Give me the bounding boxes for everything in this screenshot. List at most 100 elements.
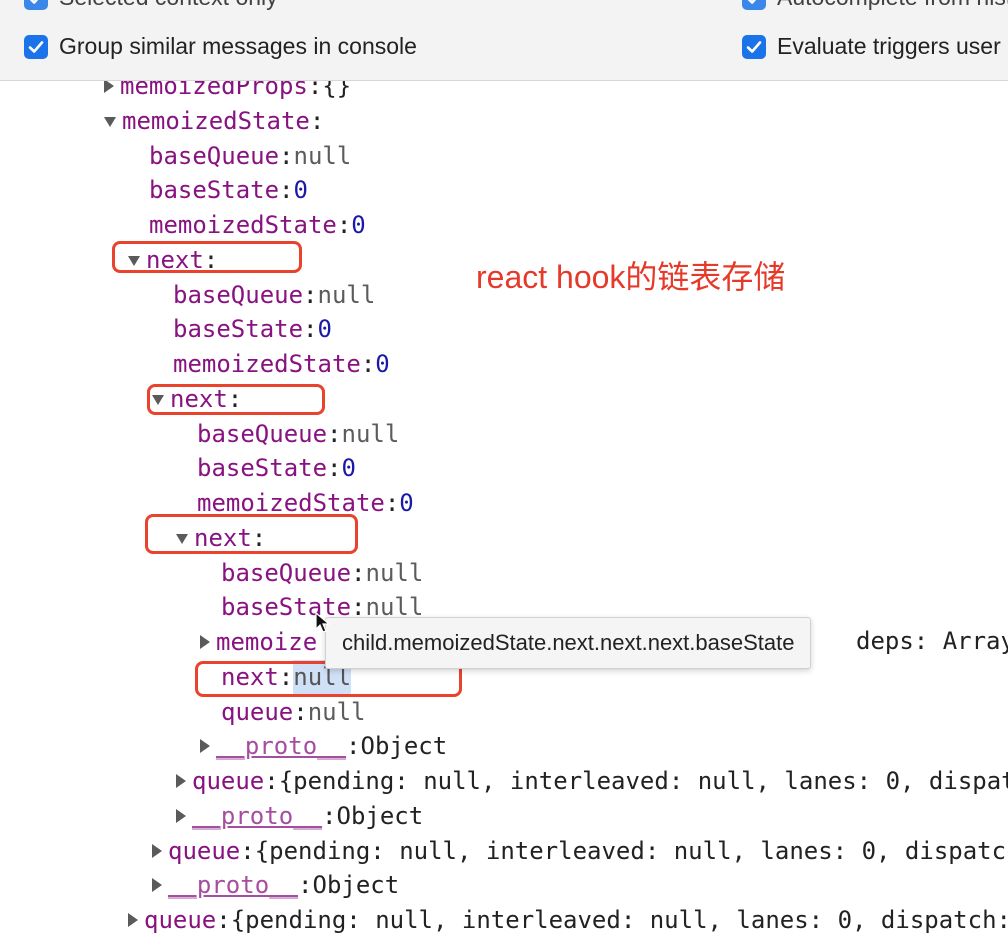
- tree-row-proto[interactable]: __proto__: Object: [152, 868, 399, 902]
- tree-row-memoizedstate: memoizedState: 0: [173, 347, 390, 381]
- expand-triangle-right-icon[interactable]: [152, 878, 162, 892]
- property-value: 0: [351, 211, 366, 239]
- tree-row-basequeue: baseQueue: null: [221, 556, 423, 590]
- tree-row-proto[interactable]: __proto__: Object: [176, 799, 423, 833]
- expand-triangle-right-icon[interactable]: [128, 913, 138, 927]
- property-colon: :: [303, 281, 318, 309]
- property-key: memoizedState: [173, 350, 361, 378]
- property-key: __proto__: [192, 802, 323, 830]
- property-colon: :: [216, 906, 231, 934]
- expand-triangle-right-icon[interactable]: [200, 635, 210, 649]
- tree-row-basequeue: baseQueue: null: [173, 278, 375, 312]
- property-value: {pending: null, interleaved: null, lanes…: [278, 767, 1008, 795]
- highlight-box-next-1: [112, 241, 302, 273]
- setting-label: Group similar messages in console: [59, 33, 417, 59]
- property-colon: :: [293, 698, 308, 726]
- property-colon: :: [274, 938, 288, 944]
- property-key: baseQueue: [197, 420, 328, 448]
- property-value: Object: [312, 871, 400, 899]
- property-key: queue: [168, 837, 241, 865]
- annotation-react-hook-linked-list: react hook的链表存储: [476, 259, 786, 295]
- property-value: 0: [317, 315, 332, 343]
- property-value: 0: [399, 489, 414, 517]
- expand-triangle-down-icon[interactable]: [104, 117, 116, 127]
- property-colon: :: [240, 837, 255, 865]
- property-value: 0: [341, 454, 356, 482]
- tree-row-proto[interactable]: __proto__: Object: [200, 729, 447, 763]
- tree-row-queue: queue: null: [221, 695, 366, 729]
- tree-row-basestate: baseState: 0: [149, 173, 308, 207]
- expand-triangle-right-icon[interactable]: [104, 81, 114, 93]
- property-key: queue: [144, 906, 217, 934]
- property-key: baseQueue: [221, 559, 352, 587]
- tree-row-memoizedstate[interactable]: memoizedState:: [104, 104, 324, 138]
- checkbox-checked-icon[interactable]: [742, 34, 766, 59]
- property-colon: :: [346, 732, 361, 760]
- property-value: null: [307, 698, 366, 726]
- checkbox-checked-icon[interactable]: [24, 34, 48, 59]
- tree-row-queue[interactable]: queue: {pending: null, interleaved: null…: [176, 764, 1008, 798]
- property-colon: :: [279, 176, 294, 204]
- setting-label: Selected context only: [59, 0, 278, 11]
- property-colon: :: [279, 142, 294, 170]
- setting-selected-context-only[interactable]: Selected context only: [24, 0, 278, 11]
- property-key: baseState: [173, 315, 304, 343]
- property-key: memoizedState: [149, 211, 337, 239]
- property-key: memoizedProps: [120, 81, 308, 100]
- property-value: {pending: null, interleaved: null, lanes…: [230, 906, 1008, 934]
- property-value: null: [341, 420, 400, 448]
- property-value: 0: [293, 176, 308, 204]
- property-colon: :: [307, 81, 323, 100]
- tree-row-basestate: baseState: 0: [173, 312, 332, 346]
- property-value: null: [365, 559, 424, 587]
- memoized-state-deps-fragment: deps: Array(0): [856, 627, 1008, 655]
- property-colon: :: [264, 767, 279, 795]
- property-colon: :: [309, 107, 325, 135]
- tree-row-basequeue: baseQueue: null: [149, 139, 351, 173]
- property-key: __proto__: [216, 732, 347, 760]
- property-value: Object: [289, 938, 376, 944]
- expand-triangle-right-icon[interactable]: [200, 739, 210, 753]
- setting-evaluate-triggers-user-activation[interactable]: Evaluate triggers user activation: [742, 33, 1008, 60]
- setting-label: Autocomplete from history: [777, 0, 1008, 11]
- tree-row-proto[interactable]: __proto__: Object: [128, 938, 375, 944]
- tree-row-basequeue: baseQueue: null: [197, 417, 399, 451]
- setting-group-similar-messages[interactable]: Group similar messages in console: [24, 33, 417, 60]
- property-key: queue: [221, 698, 294, 726]
- property-key: queue: [192, 767, 265, 795]
- property-value: 0: [375, 350, 390, 378]
- tree-row-memoizedstate: memoizedState: 0: [149, 208, 366, 242]
- property-value: {pending: null, interleaved: null, lanes…: [254, 837, 1008, 865]
- property-key: baseQueue: [149, 142, 280, 170]
- tree-row-memoize[interactable]: memoize: [200, 625, 317, 659]
- expand-triangle-right-icon[interactable]: [176, 774, 186, 788]
- mouse-pointer-icon: [315, 612, 331, 633]
- checkbox-checked-icon[interactable]: [742, 0, 766, 10]
- property-colon: :: [303, 315, 318, 343]
- property-colon: :: [322, 802, 337, 830]
- highlight-box-next-3: [145, 514, 358, 554]
- property-key: baseQueue: [173, 281, 304, 309]
- property-value: null: [293, 142, 352, 170]
- tree-row-queue[interactable]: queue: {pending: null, interleaved: null…: [128, 903, 1008, 937]
- property-value: null: [317, 281, 376, 309]
- highlight-box-next-2: [147, 384, 325, 415]
- property-colon: :: [298, 871, 313, 899]
- setting-label: Evaluate triggers user activation: [777, 33, 1008, 59]
- property-value: {}: [322, 81, 352, 100]
- setting-autocomplete-from-history[interactable]: Autocomplete from history: [742, 0, 1008, 11]
- property-value: Object: [336, 802, 424, 830]
- object-inspector-tree: memoizedProps: {} memoizedState: baseQueu…: [0, 81, 1008, 944]
- property-key: memoizedState: [122, 107, 310, 135]
- property-path-tooltip: child.memoizedState.next.next.next.baseS…: [325, 617, 812, 669]
- property-key: __proto__: [168, 871, 299, 899]
- tree-row-memoizedprops[interactable]: memoizedProps: {}: [104, 81, 351, 103]
- property-colon: :: [327, 454, 342, 482]
- checkbox-checked-icon[interactable]: [24, 0, 48, 10]
- expand-triangle-right-icon[interactable]: [152, 844, 162, 858]
- tree-row-queue[interactable]: queue: {pending: null, interleaved: null…: [152, 834, 1008, 868]
- property-key: baseState: [197, 454, 328, 482]
- expand-triangle-right-icon[interactable]: [176, 809, 186, 823]
- property-key: __proto__: [144, 938, 274, 944]
- property-colon: :: [336, 211, 352, 239]
